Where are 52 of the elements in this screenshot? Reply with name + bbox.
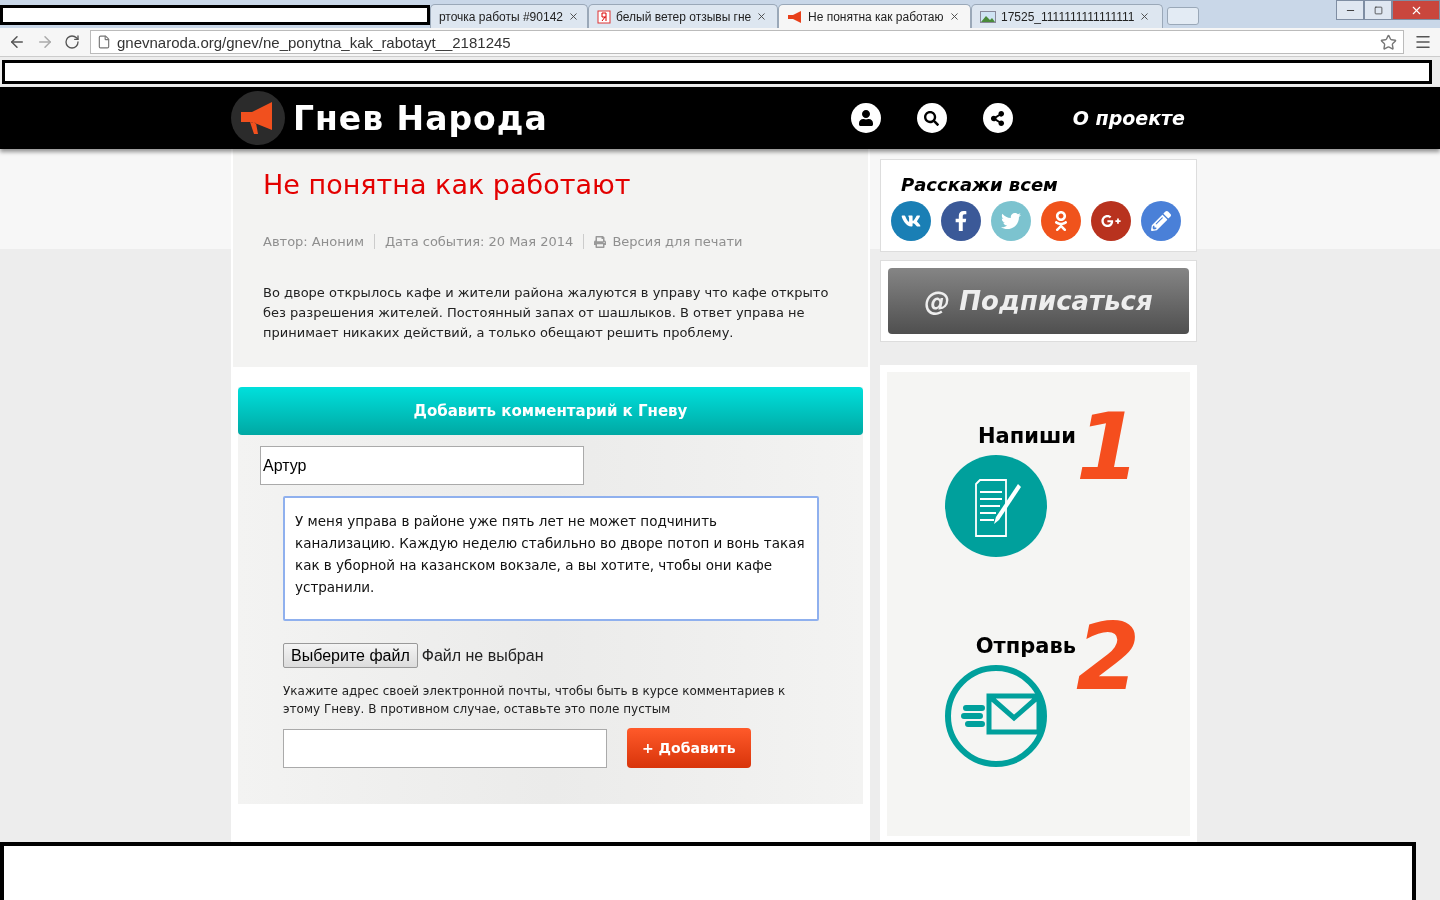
meta-text: Автор: Аноним — [263, 234, 365, 249]
user-icon[interactable] — [850, 103, 881, 133]
file-status-text: Файл не выбран — [421, 646, 544, 665]
close-icon[interactable] — [756, 11, 768, 22]
back-icon[interactable] — [8, 33, 26, 51]
choose-file-button[interactable]: Выберите файл — [283, 643, 418, 668]
browser-tab[interactable]: белый ветер отзывы гне — [588, 4, 778, 28]
add-button[interactable]: + Добавить — [627, 728, 751, 768]
search-icon[interactable] — [916, 103, 947, 133]
pencil-share-icon[interactable] — [1141, 201, 1181, 241]
address-bar[interactable]: gnevnaroda.org/gnev/ne_ponytna_kak_rabotayt__2181245 — [90, 30, 1404, 54]
close-icon[interactable] — [568, 11, 579, 22]
page-icon — [97, 35, 111, 49]
megaphone-logo-icon[interactable] — [231, 91, 285, 145]
google-plus-share-icon[interactable] — [1091, 201, 1131, 241]
article-title: Не понятна как работают — [263, 169, 632, 200]
yandex-favicon-icon — [597, 9, 611, 24]
odnoklassniki-share-icon[interactable] — [1041, 201, 1081, 241]
menu-icon[interactable] — [1414, 33, 1432, 51]
share-title: Расскажи всем — [901, 174, 1059, 195]
browser-tab[interactable]: 17525_1111111111111111 — [971, 4, 1163, 28]
article-text: Во дворе открылось кафе и жители района жалуются в управу что кафе открыто без разрешения жителей. Постоянный запах от шашлыков. В ответ управа не принимает никаких действий, а только обещают решить проблему. — [263, 284, 830, 342]
close-icon[interactable] — [948, 11, 960, 22]
comment-form-header: Добавить комментарий к Гневу — [238, 387, 863, 435]
url-text: gnevnaroda.org/gnev/ne_ponytna_kak_rabotayt__2181245 — [117, 33, 511, 51]
email-hint-text: Укажите адрес своей электронной почты, чтобы быть в курсе комментариев к этому Гневу. В противном случае, оставьте это поле пустым — [283, 683, 787, 718]
image-icon — [980, 10, 996, 23]
reload-icon[interactable] — [64, 34, 80, 50]
step-number: 2 — [1076, 612, 1140, 704]
minimize-icon[interactable] — [1336, 0, 1364, 20]
name-field[interactable]: Артур — [260, 446, 584, 485]
site-logo[interactable]: Гнев Народа — [293, 98, 548, 138]
printer-icon — [594, 235, 607, 248]
vk-share-icon[interactable] — [891, 201, 931, 241]
comment-field[interactable]: У меня управа в районе уже пять лет не может подчинить канализацию. Каждую неделю стабильно во дворе потоп и вонь такая как в уборной на казанском вокзале, а вы хотите, чтобы они кафе устранили. — [283, 496, 819, 621]
step-label: Отправь — [975, 634, 1076, 658]
facebook-share-icon[interactable] — [941, 201, 981, 241]
megaphone-icon — [787, 9, 803, 24]
maximize-icon[interactable] — [1364, 0, 1392, 20]
envelope-send-icon — [944, 664, 1048, 768]
close-icon[interactable] — [1139, 11, 1151, 22]
step-label: Напиши — [978, 424, 1076, 448]
meta-text: Дата события: 20 Мая 2014 — [373, 234, 584, 249]
subscribe-button[interactable]: @ Подписаться — [888, 268, 1189, 334]
browser-tab[interactable]: рточка работы #90142 — [430, 4, 588, 28]
share-icon[interactable] — [982, 103, 1013, 133]
browser-tab[interactable]: Не понятна как работаю — [778, 4, 971, 28]
bookmark-star-icon[interactable] — [1380, 33, 1397, 51]
about-link[interactable]: О проекте — [1072, 107, 1185, 129]
step-number: 1 — [1076, 402, 1140, 494]
email-field[interactable] — [283, 728, 607, 768]
document-pen-icon — [944, 454, 1048, 558]
